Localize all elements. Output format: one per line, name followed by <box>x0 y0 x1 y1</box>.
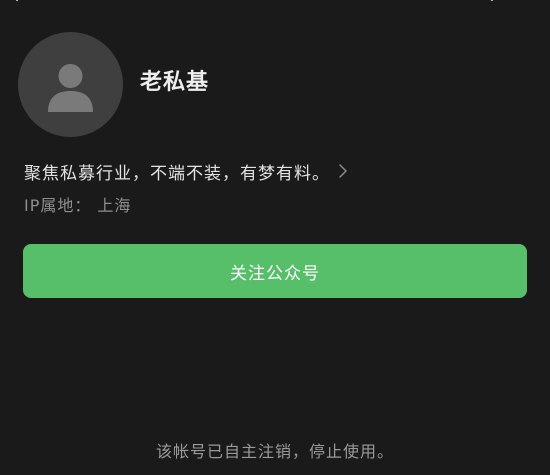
ip-location-value: 上海 <box>97 196 132 215</box>
ip-location: IP属地： 上海 <box>24 192 131 216</box>
account-intro-text: 聚焦私募行业，不端不装，有梦有料。 <box>24 163 330 184</box>
back-arrow-icon[interactable] <box>14 0 26 6</box>
account-intro[interactable]: 聚焦私募行业，不端不装，有梦有料。 <box>24 158 348 184</box>
avatar <box>18 32 123 137</box>
follow-account-button[interactable]: 关注公众号 <box>23 244 527 298</box>
chevron-right-icon <box>339 164 347 178</box>
close-icon[interactable] <box>484 0 496 6</box>
account-name: 老私基 <box>140 70 210 95</box>
default-avatar-icon <box>48 64 93 112</box>
account-status-message: 该帐号已自主注销，停止使用。 <box>155 442 394 461</box>
top-bar <box>0 0 550 10</box>
ip-location-label: IP属地： <box>24 196 92 215</box>
